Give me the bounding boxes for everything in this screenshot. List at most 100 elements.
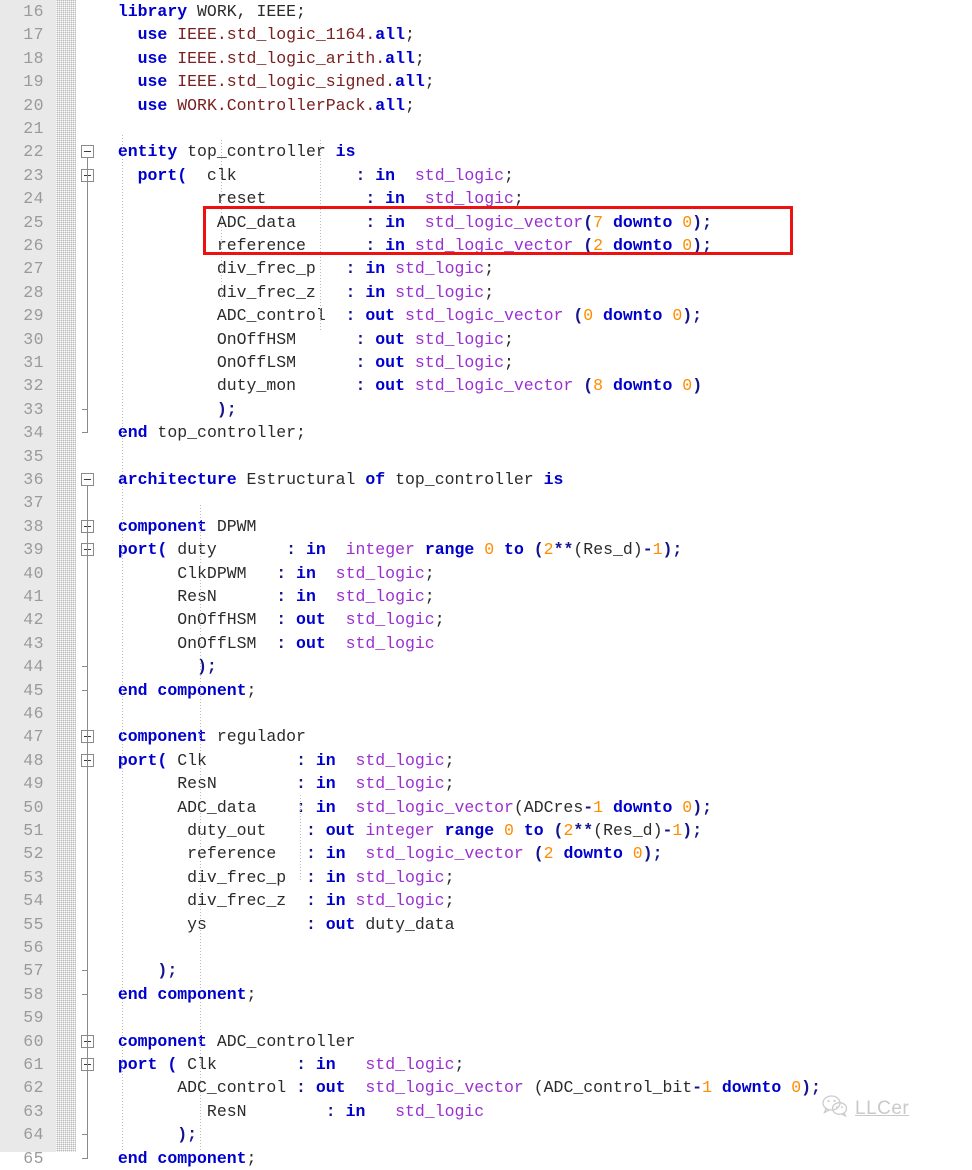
line-code[interactable]: port( Clk : in std_logic; (98, 749, 455, 772)
code-line[interactable]: 26 reference : in std_logic_vector (2 do… (0, 234, 972, 257)
line-code[interactable]: ADC_control : out std_logic_vector (ADC_… (98, 1076, 821, 1099)
line-code[interactable]: ); (98, 398, 237, 421)
code-line[interactable]: 28 div_frec_z : in std_logic; (0, 281, 972, 304)
line-code[interactable]: ClkDPWM : in std_logic; (98, 562, 435, 585)
line-code[interactable]: ); (98, 959, 177, 982)
line-number: 52 (23, 844, 44, 864)
line-number: 50 (23, 797, 44, 817)
line-code[interactable]: reset : in std_logic; (98, 187, 524, 210)
indent-guide (200, 660, 201, 1152)
line-code[interactable]: end top_controller; (98, 421, 306, 444)
code-line[interactable]: 57 ); (0, 959, 972, 982)
wechat-icon (822, 1095, 848, 1123)
line-code[interactable]: ); (98, 1123, 197, 1146)
line-code[interactable]: OnOffLSM : out std_logic; (98, 351, 514, 374)
line-code[interactable]: div_frec_p : in std_logic; (98, 866, 454, 889)
code-line[interactable]: 17 use IEEE.std_logic_1164.all; (0, 23, 972, 46)
line-code[interactable]: div_frec_z : in std_logic; (98, 281, 494, 304)
code-line[interactable]: 32 duty_mon : out std_logic_vector (8 do… (0, 374, 972, 397)
code-line[interactable]: 16 library WORK, IEEE; (0, 0, 972, 23)
line-code[interactable]: port( duty : in integer range 0 to (2**(… (98, 538, 683, 561)
code-line[interactable]: 44 ); (0, 655, 972, 678)
line-code[interactable]: ADC_data : in std_logic_vector(7 downto … (98, 211, 712, 234)
line-code[interactable]: OnOffHSM : out std_logic; (98, 608, 444, 631)
code-line[interactable]: 18 use IEEE.std_logic_arith.all; (0, 47, 972, 70)
line-code[interactable]: ADC_data : in std_logic_vector(ADCres-1 … (98, 796, 712, 819)
code-line[interactable]: 22 entity top_controller is (0, 140, 972, 163)
code-line[interactable]: 60 component ADC_controller (0, 1030, 972, 1053)
code-line[interactable]: 43 OnOffLSM : out std_logic (0, 632, 972, 655)
code-line[interactable]: 19 use IEEE.std_logic_signed.all; (0, 70, 972, 93)
code-line[interactable]: 48 port( Clk : in std_logic; (0, 749, 972, 772)
code-line[interactable]: 64 ); (0, 1123, 972, 1146)
code-line[interactable]: 21 (0, 117, 972, 140)
code-line[interactable]: 36 architecture Estructural of top_contr… (0, 468, 972, 491)
line-code[interactable]: OnOffLSM : out std_logic (98, 632, 435, 655)
line-code[interactable]: ResN : in std_logic (98, 1100, 484, 1123)
code-line[interactable]: 61 port ( Clk : in std_logic; (0, 1053, 972, 1076)
line-code[interactable]: reference : in std_logic_vector (2 downt… (98, 234, 712, 257)
code-line[interactable]: 27 div_frec_p : in std_logic; (0, 257, 972, 280)
code-line[interactable]: 34 end top_controller; (0, 421, 972, 444)
line-code[interactable]: duty_mon : out std_logic_vector (8 downt… (98, 374, 702, 397)
line-number: 49 (23, 774, 44, 794)
line-number: 43 (23, 633, 44, 653)
line-number: 39 (23, 540, 44, 560)
line-code[interactable]: port( clk : in std_logic; (98, 164, 514, 187)
code-line[interactable]: 58 end component; (0, 983, 972, 1006)
line-code[interactable]: use IEEE.std_logic_signed.all; (98, 70, 435, 93)
code-line[interactable]: 37 (0, 491, 972, 514)
line-code[interactable]: ResN : in std_logic; (98, 772, 454, 795)
code-line[interactable]: 65 end component; (0, 1147, 972, 1170)
code-line[interactable]: 35 (0, 445, 972, 468)
line-code[interactable]: use IEEE.std_logic_1164.all; (98, 23, 415, 46)
code-line[interactable]: 50 ADC_data : in std_logic_vector(ADCres… (0, 796, 972, 819)
code-line[interactable]: 38 component DPWM (0, 515, 972, 538)
code-line[interactable]: 51 duty_out : out integer range 0 to (2*… (0, 819, 972, 842)
code-line[interactable]: 41 ResN : in std_logic; (0, 585, 972, 608)
line-code[interactable]: port ( Clk : in std_logic; (98, 1053, 465, 1076)
code-line[interactable]: 29 ADC_control : out std_logic_vector (0… (0, 304, 972, 327)
code-line[interactable]: 31 OnOffLSM : out std_logic; (0, 351, 972, 374)
code-line[interactable]: 25 ADC_data : in std_logic_vector(7 down… (0, 211, 972, 234)
code-line[interactable]: 46 (0, 702, 972, 725)
line-code[interactable]: component regulador (98, 725, 306, 748)
line-code[interactable]: div_frec_p : in std_logic; (98, 257, 494, 280)
code-line[interactable]: 56 (0, 936, 972, 959)
line-code[interactable]: entity top_controller is (98, 140, 356, 163)
line-code[interactable]: ADC_control : out std_logic_vector (0 do… (98, 304, 702, 327)
line-code[interactable]: div_frec_z : in std_logic; (98, 889, 454, 912)
code-line[interactable]: 23 port( clk : in std_logic; (0, 164, 972, 187)
line-code[interactable]: OnOffHSM : out std_logic; (98, 328, 514, 351)
line-code[interactable]: component ADC_controller (98, 1030, 356, 1053)
code-line[interactable]: 54 div_frec_z : in std_logic; (0, 889, 972, 912)
line-code[interactable]: ys : out duty_data (98, 913, 454, 936)
line-code[interactable]: library WORK, IEEE; (98, 0, 306, 23)
code-line[interactable]: 45 end component; (0, 679, 972, 702)
code-editor[interactable]: 16 library WORK, IEEE; 17 use IEEE.std_lo… (0, 0, 972, 1168)
code-line[interactable]: 40 ClkDPWM : in std_logic; (0, 562, 972, 585)
line-code[interactable]: duty_out : out integer range 0 to (2**(R… (98, 819, 702, 842)
code-line[interactable]: 24 reset : in std_logic; (0, 187, 972, 210)
line-code[interactable]: ResN : in std_logic; (98, 585, 435, 608)
code-line[interactable]: 55 ys : out duty_data (0, 913, 972, 936)
code-line[interactable]: 42 OnOffHSM : out std_logic; (0, 608, 972, 631)
fold-end-marker (82, 1157, 88, 1159)
line-code[interactable]: use WORK.ControllerPack.all; (98, 94, 415, 117)
code-line[interactable]: 53 div_frec_p : in std_logic; (0, 866, 972, 889)
code-line[interactable]: 52 reference : in std_logic_vector (2 do… (0, 842, 972, 865)
code-line[interactable]: 30 OnOffHSM : out std_logic; (0, 328, 972, 351)
line-code[interactable]: use IEEE.std_logic_arith.all; (98, 47, 425, 70)
line-number: 25 (23, 212, 44, 232)
code-line[interactable]: 33 ); (0, 398, 972, 421)
code-line[interactable]: 59 (0, 1006, 972, 1029)
line-number: 53 (23, 867, 44, 887)
line-number: 46 (23, 704, 44, 723)
code-line[interactable]: 39 port( duty : in integer range 0 to (2… (0, 538, 972, 561)
code-line[interactable]: 47 component regulador (0, 725, 972, 748)
code-line[interactable]: 20 use WORK.ControllerPack.all; (0, 94, 972, 117)
line-number: 65 (23, 1148, 44, 1168)
line-code[interactable]: architecture Estructural of top_controll… (98, 468, 564, 491)
code-line[interactable]: 49 ResN : in std_logic; (0, 772, 972, 795)
line-code[interactable]: reference : in std_logic_vector (2 downt… (98, 842, 662, 865)
